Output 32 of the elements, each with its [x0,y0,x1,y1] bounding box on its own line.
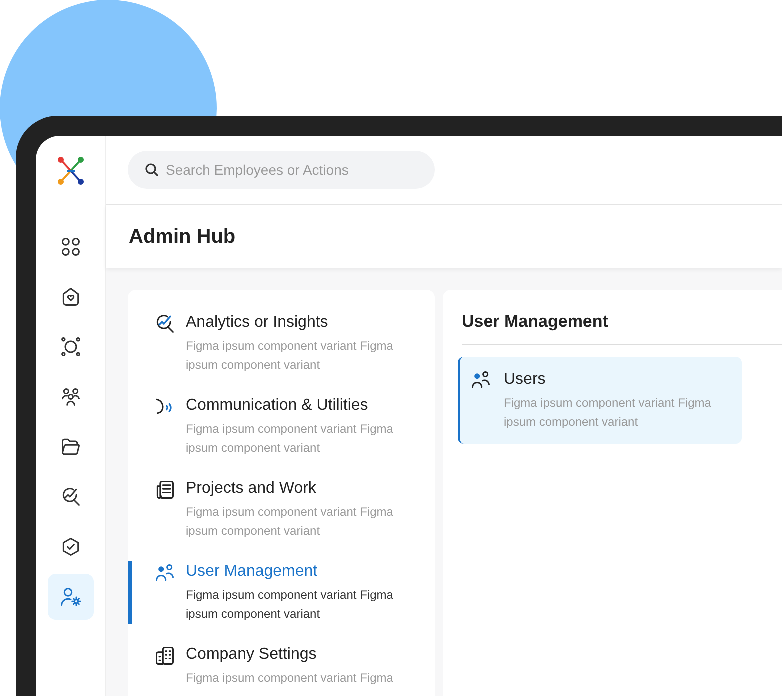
panel-title: User Management [462,312,782,346]
category-description: Figma ipsum component variant Figma ipsum component variant [186,504,394,540]
people-icon [60,386,82,408]
search-icon [145,163,159,177]
category-description: Figma ipsum component variant Figma ipsum component variant [186,587,394,623]
category-description: Figma ipsum component variant Figma [186,670,394,687]
chart-search-icon [154,313,176,335]
item-title: Users [504,370,547,390]
people-icon [154,562,176,584]
users-item[interactable]: Users Figma ipsum component variant Figma ipsum component variant [458,357,742,444]
item-description: Figma ipsum component variant Figma ipsum component variant [504,395,712,432]
category-item[interactable]: Projects and Work Figma ipsum component variant Figma ipsum component variant [128,478,435,541]
category-title: Company Settings [186,645,318,665]
category-title: Communication & Utilities [186,396,370,416]
logo-icon [56,156,84,186]
document-list-icon [154,479,176,501]
grid-icon [60,236,82,258]
category-item[interactable]: Communication & Utilities Figma ipsum component variant Figma ipsum component variant [128,395,435,458]
category-title: Projects and Work [186,479,318,499]
category-item[interactable]: Analytics or Insights Figma ipsum component variant Figma ipsum component variant [128,312,435,375]
building-icon [154,645,176,667]
category-item[interactable]: Company Settings Figma ipsum component variant Figma [128,644,435,688]
page-title: Admin Hub [129,224,236,248]
category-title: User Management [186,562,319,582]
search-field[interactable]: Search Employees or Actions [128,151,435,189]
nodes-icon [60,336,82,358]
category-description: Figma ipsum component variant Figma ipsum component variant [186,421,394,457]
folder-icon [60,436,82,458]
category-title: Analytics or Insights [186,313,330,333]
user-gear-icon [60,586,82,608]
category-description: Figma ipsum component variant Figma ipsum component variant [186,338,394,374]
category-item[interactable]: User Management Figma ipsum component variant Figma ipsum component variant [128,561,435,624]
